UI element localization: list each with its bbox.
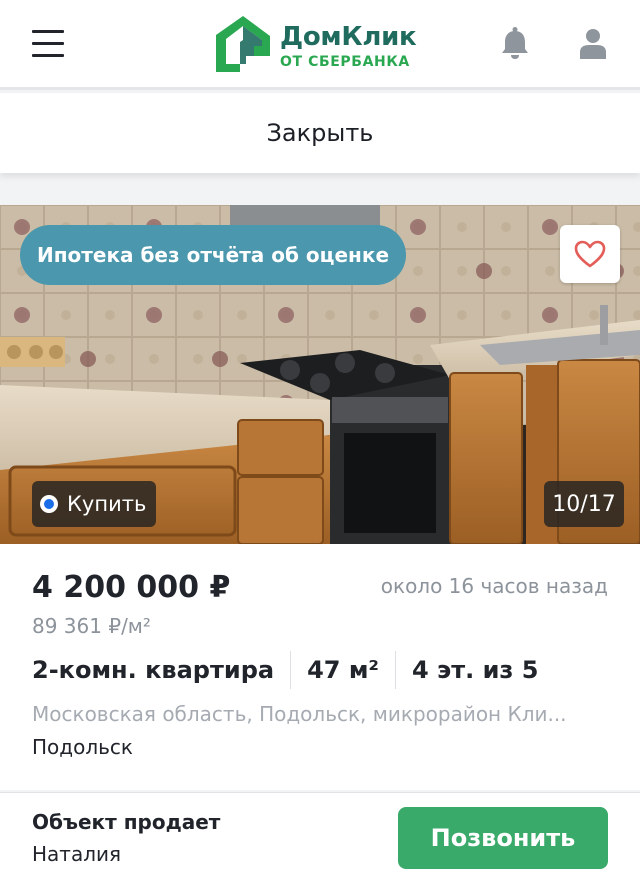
divider (394, 651, 396, 689)
floor-value: 4 эт. из 5 (411, 656, 539, 684)
deal-type-label: Купить (67, 492, 147, 516)
logo-subtitle: ОТ СБЕРБАНКА (280, 54, 410, 70)
seller-label: Объект продает (32, 810, 221, 834)
divider (290, 651, 292, 689)
heart-icon (574, 240, 606, 268)
listing-address: Московская область, Подольск, микрорайон… (32, 702, 567, 726)
listing-params: 2-комн. квартира 47 м² 4 эт. из 5 (32, 650, 538, 690)
house-logo-icon (216, 16, 270, 72)
user-icon[interactable] (578, 28, 608, 60)
favorite-button[interactable] (560, 225, 620, 283)
area-value: 47 м² (307, 656, 379, 684)
seller-name: Наталия (32, 842, 122, 866)
posted-time: около 16 часов назад (380, 574, 608, 598)
call-button[interactable]: Позвонить (398, 807, 608, 869)
rooms-value: 2-комн. квартира (32, 656, 275, 684)
bell-icon[interactable] (500, 26, 530, 60)
photo-counter: 10/17 (544, 481, 624, 527)
mortgage-badge: Ипотека без отчёта об оценке (20, 225, 406, 285)
close-button[interactable]: Закрыть (0, 93, 640, 173)
price-per-m2: 89 361 ₽/м² (32, 614, 151, 638)
deal-type-badge: Купить (32, 481, 156, 527)
listing-price: 4 200 000 ₽ (32, 570, 231, 605)
domclick-logo[interactable]: ДомКлик ОТ СБЕРБАНКА (214, 14, 426, 76)
top-header: ДомКлик ОТ СБЕРБАНКА (0, 0, 640, 90)
radio-dot-icon (40, 495, 58, 513)
logo-name: ДомКлик (280, 22, 417, 52)
hamburger-menu-icon[interactable] (32, 28, 64, 58)
listing-city: Подольск (32, 735, 133, 759)
